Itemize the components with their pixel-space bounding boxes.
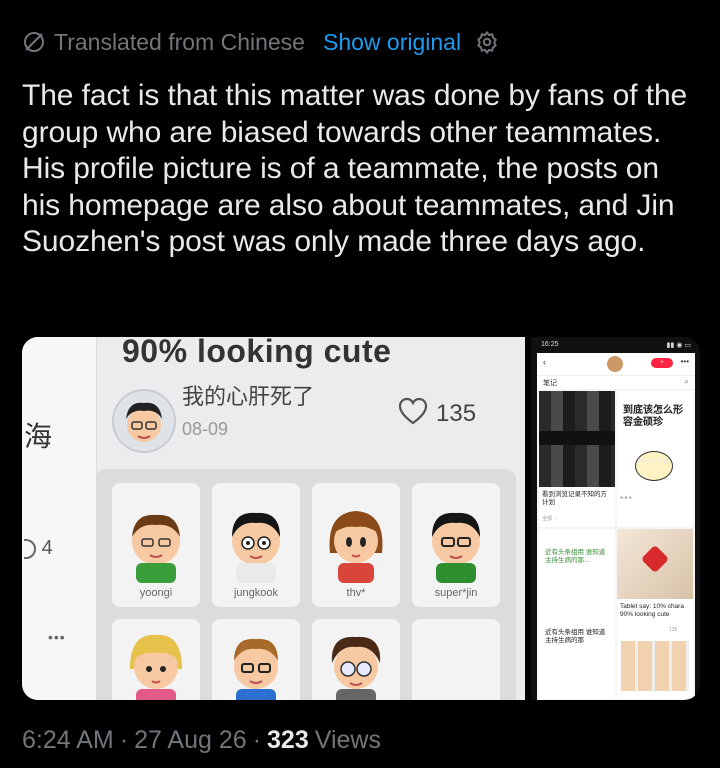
slashed-globe-icon: [22, 30, 46, 54]
card-caption: 看到浏览记录不知的方计划: [542, 491, 607, 506]
feed-card: 到底该怎么形容金硕珍 Please Help ● ● ●: [617, 391, 693, 527]
mii-label: super*jin: [434, 587, 478, 599]
card-photo-band: [539, 431, 615, 445]
mii-cell: yoongi: [112, 483, 200, 607]
follow-pill: +: [651, 358, 673, 368]
card-caption-2: 近有头条组用 谁知道主持生病的那: [545, 629, 606, 644]
tab-notes: 笔记: [543, 380, 557, 387]
mii-face: [329, 511, 383, 583]
card-meta: ● ● ●: [620, 495, 632, 501]
card-meta: 全部 ♡: [542, 516, 558, 522]
back-icon: ‹: [543, 357, 546, 367]
feed-card: Tablet say: 10% chara 90% looking cute 1…: [617, 529, 693, 699]
translated-label: Translated from Chinese: [54, 28, 305, 55]
mii-cell: [212, 619, 300, 700]
avatar: [112, 389, 176, 453]
poster-name: 我的心肝死了: [182, 384, 315, 409]
mii-face: [234, 638, 278, 700]
sidebar-count: 4: [24, 537, 53, 560]
show-original-link[interactable]: Show original: [323, 29, 461, 56]
mii-face: [331, 636, 381, 700]
card-like: 135: [669, 627, 678, 633]
mii-cell: thv*: [312, 483, 400, 607]
post-time: 6:24 AM: [22, 725, 114, 754]
like-count: 135: [436, 399, 477, 427]
feed-card: 近有头条组用 谁知道主持生病的那... 近有头条组用 谁知道主持生病的那: [539, 529, 615, 699]
tab-bar: 笔记 ⌕: [537, 375, 695, 390]
post-date: 27 Aug 26: [134, 725, 247, 754]
media-image-left[interactable]: 海 4 ••• 90% looking cute 我的心肝死了 08-09 13…: [22, 337, 525, 700]
card-caption: 到底该怎么形容金硕珍: [623, 405, 683, 428]
post-body: The fact is that this matter was done by…: [22, 79, 688, 258]
views-count: 323: [267, 725, 309, 754]
status-time: 16:25: [541, 341, 559, 348]
profile-avatar: [607, 356, 623, 372]
mii-cell: super*jin: [412, 483, 500, 607]
post-meta-row: 6:24 AM · 27 Aug 26 · 323 Views: [22, 722, 381, 758]
poster-date: 08-09: [182, 419, 229, 439]
views-label: Views: [314, 725, 381, 754]
gear-icon[interactable]: [475, 30, 499, 54]
search-icon: ⌕: [684, 377, 689, 386]
sidebar-more: •••: [48, 629, 66, 645]
card-caption: 近有头条组用 谁知道主持生病的那...: [545, 549, 606, 564]
media-gallery[interactable]: 海 4 ••• 90% looking cute 我的心肝死了 08-09 13…: [22, 337, 700, 700]
feed-card: 看到浏览记录不知的方计划 全部 ♡: [539, 391, 615, 527]
mii-face: [130, 634, 182, 700]
app-header: ‹ + •••: [537, 353, 695, 375]
mii-face: [232, 512, 280, 583]
feed-grid: 看到浏览记录不知的方计划 全部 ♡ 到底该怎么形容金硕珍 Please Help…: [537, 389, 695, 700]
like-counter: 135: [398, 397, 476, 430]
status-icons: ▮▮ ◉ ▭: [666, 342, 691, 349]
mini-mii-grid: [621, 641, 689, 691]
card-caption: Tablet say: 10% chara 90% looking cute: [620, 603, 684, 618]
mii-cell: [112, 619, 200, 700]
media-image-right[interactable]: 16:25 ▮▮ ◉ ▭ ‹ + ••• 笔记 ⌕ 看到浏览记录不知的方计划 全…: [531, 337, 700, 700]
separator-dot: ·: [252, 725, 262, 754]
status-bar: 16:25 ▮▮ ◉ ▭: [537, 341, 695, 351]
please-help-badge: Please Help: [635, 451, 673, 481]
mii-cell: jungkook: [212, 483, 300, 607]
mii-face: [132, 514, 180, 583]
mii-face: [432, 512, 480, 583]
separator-dot: ·: [119, 725, 129, 754]
mii-cell: [312, 619, 400, 700]
mii-label: yoongi: [139, 587, 173, 599]
mii-label: jungkook: [233, 587, 279, 599]
mii-cell: [412, 619, 500, 700]
more-icon: •••: [680, 357, 689, 366]
mii-grid: yoongi jungkook thv* super*jin: [96, 469, 516, 700]
sidebar-char: 海: [24, 421, 53, 452]
image-title: 90% looking cute: [122, 337, 392, 369]
heart-outline-icon: [398, 397, 428, 430]
image-sidebar: 海 4 •••: [22, 337, 97, 700]
mii-label: thv*: [346, 587, 366, 599]
translation-bar: Translated from Chinese Show original: [22, 26, 499, 58]
